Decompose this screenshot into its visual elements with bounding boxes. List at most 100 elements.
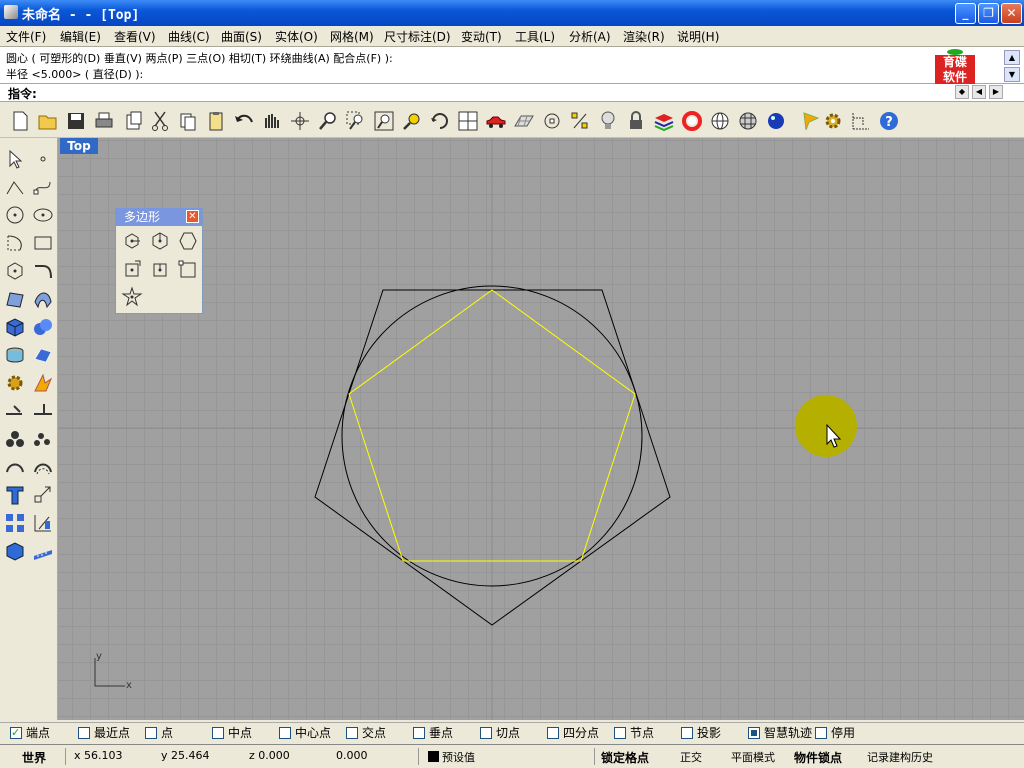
cplane-status[interactable]: 世界: [22, 749, 46, 766]
paste-icon[interactable]: [205, 110, 227, 132]
osnap-toggle[interactable]: 物件锁点: [794, 749, 842, 766]
transform-gear-icon[interactable]: [4, 372, 26, 394]
zoom-window-icon[interactable]: [345, 110, 367, 132]
sphere-wire-icon[interactable]: [709, 110, 731, 132]
mesh-icon[interactable]: [32, 344, 54, 366]
zoom-selected-icon[interactable]: [401, 110, 423, 132]
points-icon[interactable]: [569, 110, 591, 132]
curve-icon[interactable]: [32, 176, 54, 198]
fillet-curve-icon[interactable]: [4, 456, 26, 478]
menu-solid[interactable]: 实体(O): [275, 28, 318, 45]
cut-icon[interactable]: [149, 110, 171, 132]
lock-icon[interactable]: [625, 110, 647, 132]
rectangle-icon[interactable]: [32, 232, 54, 254]
menu-dimension[interactable]: 尺寸标注(D): [384, 28, 451, 45]
minimize-button[interactable]: _: [955, 3, 976, 24]
restore-button[interactable]: ❐: [978, 3, 999, 24]
new-icon[interactable]: [9, 110, 31, 132]
scroll-up-icon[interactable]: ▲: [1004, 50, 1020, 65]
osnap-perpendicular-checkbox[interactable]: [413, 727, 425, 739]
star-icon[interactable]: [121, 286, 143, 308]
osnap-end-checkbox[interactable]: [10, 725, 22, 741]
polygon-toolbar[interactable]: 多边形 ✕: [115, 208, 203, 314]
osnap-point[interactable]: 点: [145, 725, 173, 741]
record-history-toggle[interactable]: 记录建构历史: [867, 749, 933, 765]
osnap-smart-track-checkbox[interactable]: [748, 727, 760, 739]
polygon-icon[interactable]: [4, 260, 26, 282]
layers-icon[interactable]: [653, 110, 675, 132]
dimension-tool-icon[interactable]: [32, 512, 54, 534]
print-icon[interactable]: [93, 110, 115, 132]
osnap-tangent[interactable]: 切点: [480, 725, 520, 741]
osnap-intersection-checkbox[interactable]: [346, 727, 358, 739]
command-prompt[interactable]: 指令: ◆ ◀ ▶: [0, 84, 1024, 102]
planar-toggle[interactable]: 平面模式: [731, 749, 775, 765]
menu-surface[interactable]: 曲面(S): [221, 28, 262, 45]
copy-icon[interactable]: [177, 110, 199, 132]
arc-icon[interactable]: [4, 232, 26, 254]
rotate-icon[interactable]: [429, 110, 451, 132]
osnap-end[interactable]: 端点: [10, 725, 50, 741]
menu-file[interactable]: 文件(F): [6, 28, 46, 45]
select-arrow-icon[interactable]: [4, 148, 26, 170]
osnap-project[interactable]: 投影: [681, 725, 721, 741]
text-icon[interactable]: [4, 484, 26, 506]
help-icon[interactable]: ?: [878, 110, 900, 132]
close-button[interactable]: ✕: [1001, 3, 1022, 24]
dimension-icon[interactable]: [850, 110, 872, 132]
rotate-view-icon[interactable]: [289, 110, 311, 132]
osnap-center[interactable]: 中心点: [279, 725, 331, 741]
osnap-disable-checkbox[interactable]: [815, 727, 827, 739]
explode-icon[interactable]: [32, 372, 54, 394]
scroll-down-icon[interactable]: ▼: [1004, 67, 1020, 82]
osnap-center-checkbox[interactable]: [279, 727, 291, 739]
render-sphere-icon[interactable]: [765, 110, 787, 132]
osnap-knot[interactable]: 节点: [614, 725, 654, 741]
osnap-near[interactable]: 最近点: [78, 725, 130, 741]
osnap-disable[interactable]: 停用: [815, 725, 855, 741]
boolean-icon[interactable]: [32, 316, 54, 338]
layer-name[interactable]: 预设值: [442, 749, 475, 765]
osnap-perpendicular[interactable]: 垂点: [413, 725, 453, 741]
menu-mesh[interactable]: 网格(M): [330, 28, 374, 45]
osnap-mid-checkbox[interactable]: [212, 727, 224, 739]
polygon-toolbar-close-icon[interactable]: ✕: [186, 210, 199, 223]
open-icon[interactable]: [37, 110, 59, 132]
car-icon[interactable]: [485, 110, 507, 132]
offset-icon[interactable]: [32, 456, 54, 478]
light-icon[interactable]: [597, 110, 619, 132]
osnap-smart-track[interactable]: 智慧轨迹: [748, 725, 812, 741]
osnap-mid[interactable]: 中点: [212, 725, 252, 741]
prompt-history-icon[interactable]: ◆: [955, 85, 969, 99]
group-icon[interactable]: [4, 428, 26, 450]
menu-tools[interactable]: 工具(L): [515, 28, 555, 45]
osnap-quadrant-checkbox[interactable]: [547, 727, 559, 739]
polygon-center-icon[interactable]: [121, 230, 143, 252]
pan-icon[interactable]: [260, 110, 282, 132]
solid-box-icon[interactable]: [4, 540, 26, 562]
split-icon[interactable]: [32, 400, 54, 422]
zoom-icon[interactable]: [317, 110, 339, 132]
menu-curve[interactable]: 曲线(C): [168, 28, 210, 45]
undo-icon[interactable]: [233, 110, 255, 132]
surface-icon[interactable]: [4, 288, 26, 310]
square-edge-icon[interactable]: [177, 258, 199, 280]
osnap-point-checkbox[interactable]: [145, 727, 157, 739]
osnap-icon[interactable]: [541, 110, 563, 132]
cylinder-icon[interactable]: [4, 344, 26, 366]
save-icon[interactable]: [65, 110, 87, 132]
polyline-icon[interactable]: [4, 176, 26, 198]
surface-tools-icon[interactable]: [32, 288, 54, 310]
point-icon[interactable]: [32, 148, 54, 170]
curve-tools-icon[interactable]: [32, 260, 54, 282]
zoom-extents-icon[interactable]: [373, 110, 395, 132]
viewport-layout-icon[interactable]: [457, 110, 479, 132]
prompt-left-icon[interactable]: ◀: [972, 85, 986, 99]
measure-icon[interactable]: [32, 540, 54, 562]
settings-icon[interactable]: [822, 110, 844, 132]
box-icon[interactable]: [4, 316, 26, 338]
ellipse-icon[interactable]: [32, 204, 54, 226]
menu-transform[interactable]: 变动(T): [461, 28, 502, 45]
menu-render[interactable]: 渲染(R): [623, 28, 665, 45]
ortho-toggle[interactable]: 正交: [680, 749, 702, 765]
